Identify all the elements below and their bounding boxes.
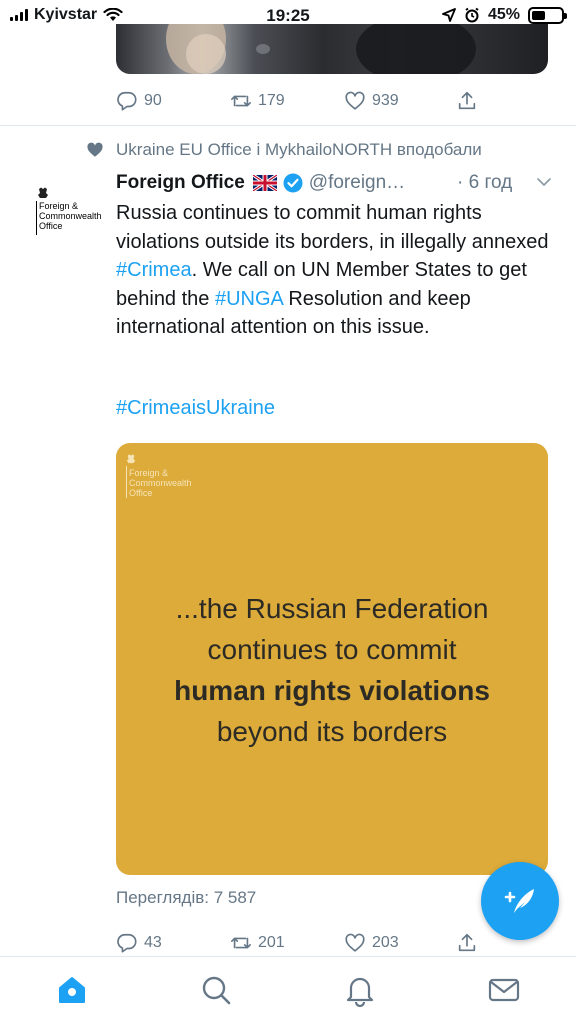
reply-icon (117, 933, 137, 953)
alarm-icon (465, 7, 479, 23)
card-logo-line: Commonwealth (129, 478, 192, 488)
compose-feather-icon (504, 889, 534, 913)
tweet-divider (0, 125, 576, 126)
messages-icon (488, 978, 520, 1002)
reply-button[interactable]: 43 (116, 932, 162, 954)
battery-icon (528, 6, 567, 24)
heart-filled-icon (87, 142, 103, 157)
card-quote-line: beyond its borders (216, 716, 448, 747)
heart-icon (345, 933, 365, 952)
search-icon (202, 976, 231, 1005)
card-quote-line: continues to commit (207, 634, 457, 665)
card-logo-line: Foreign & (129, 468, 169, 478)
tweet-time[interactable]: · 6 год (457, 172, 512, 194)
hashtag-link[interactable]: #UNGA (215, 288, 283, 310)
share-button[interactable] (456, 932, 478, 954)
reply-count: 90 (144, 92, 162, 109)
previous-tweet-actions: 90 179 939 (116, 87, 556, 115)
home-icon (59, 977, 85, 1003)
tab-notifications[interactable] (343, 973, 377, 1008)
previous-tweet-media[interactable] (116, 24, 548, 74)
share-button[interactable] (456, 90, 478, 112)
reply-count: 43 (144, 934, 162, 951)
like-button[interactable]: 203 (344, 932, 399, 954)
reply-button[interactable]: 90 (116, 90, 162, 112)
avatar-text: Foreign & Commonwealth Office (39, 201, 102, 231)
like-count: 939 (372, 92, 399, 109)
hashtag-link[interactable]: #Crimea (116, 259, 192, 281)
reply-icon (117, 91, 137, 111)
location-arrow-icon (442, 8, 456, 22)
retweet-count: 179 (258, 92, 285, 109)
verified-badge-icon (283, 173, 303, 193)
battery-percent: 45% (487, 6, 520, 23)
view-count[interactable]: Переглядів: 7 587 (116, 888, 256, 908)
avatar-divider (36, 201, 37, 235)
chevron-down-icon[interactable] (536, 176, 552, 188)
tab-messages[interactable] (487, 973, 521, 1007)
card-logo-divider (126, 466, 127, 498)
hashtag-link[interactable]: #CrimeaisUkraine (116, 397, 275, 420)
crest-icon (126, 454, 136, 464)
uk-flag-icon (252, 175, 277, 191)
compose-tweet-button[interactable] (481, 862, 559, 940)
notifications-icon (346, 977, 374, 1008)
tweet-image[interactable]: Foreign & Commonwealth Office ...the Rus… (116, 443, 548, 875)
like-count: 203 (372, 934, 399, 951)
tab-search[interactable] (199, 973, 233, 1007)
author-avatar[interactable]: Foreign & Commonwealth Office (32, 187, 108, 237)
card-logo-line: Office (129, 488, 153, 498)
like-button[interactable]: 939 (344, 90, 399, 112)
heart-icon (345, 91, 365, 110)
avatar-text-line: Commonwealth (39, 211, 102, 221)
status-right: 45% (442, 6, 567, 24)
bottom-tab-bar (0, 956, 576, 1024)
card-logo-text: Foreign & Commonwealth Office (129, 468, 192, 498)
share-icon (458, 91, 476, 110)
social-context[interactable]: Ukraine EU Office і MykhailoNORTH вподоб… (86, 140, 482, 160)
author-handle[interactable]: @foreign… (309, 172, 405, 194)
social-context-text: Ukraine EU Office і MykhailoNORTH вподоб… (116, 140, 482, 159)
retweet-button[interactable]: 201 (230, 932, 285, 954)
author-name[interactable]: Foreign Office (116, 172, 245, 194)
tab-home[interactable] (55, 973, 89, 1007)
crest-icon (38, 187, 48, 198)
card-quote: ...the Russian Federation continues to c… (116, 588, 548, 752)
avatar-text-line: Foreign & (39, 201, 79, 211)
avatar-text-line: Office (39, 221, 63, 231)
battery-level (532, 10, 545, 20)
retweet-icon (231, 937, 251, 949)
retweet-count: 201 (258, 934, 285, 951)
card-quote-line: ...the Russian Federation (175, 593, 489, 624)
retweet-icon (231, 95, 251, 107)
card-quote-line-bold: human rights violations (174, 675, 490, 706)
retweet-button[interactable]: 179 (230, 90, 285, 112)
tweet-header: Foreign Office @foreign… · 6 год (116, 170, 556, 196)
share-icon (458, 933, 476, 952)
tweet-text-segment: Russia continues to commit human rights … (116, 202, 549, 253)
tweet-actions: 43 201 203 (116, 929, 556, 957)
tweet-body: Russia continues to commit human rights … (116, 199, 556, 342)
